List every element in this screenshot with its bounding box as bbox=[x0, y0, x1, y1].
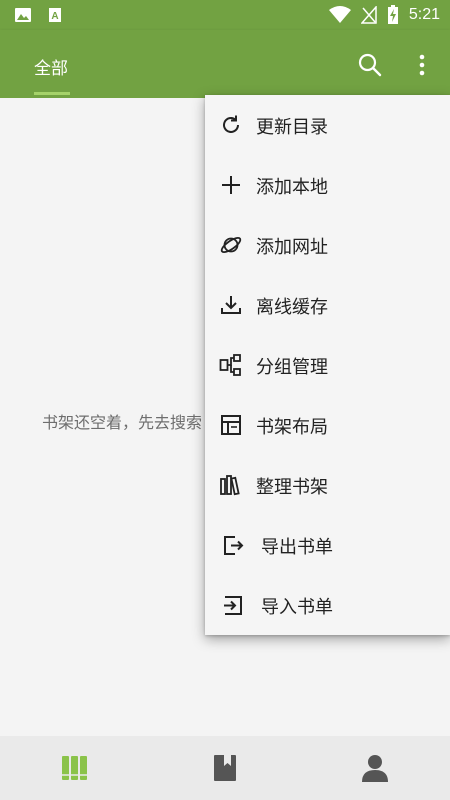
planet-icon bbox=[220, 236, 242, 254]
menu-item-import-list[interactable]: 导入书单 bbox=[205, 575, 450, 635]
menu-item-group-manage[interactable]: 分组管理 bbox=[205, 335, 450, 395]
search-icon[interactable] bbox=[357, 52, 383, 78]
overflow-menu: 更新目录 添加本地 添加网址 离线缓存 分组管理 书架布局 整理书架 导出书单 … bbox=[205, 95, 450, 635]
person-nav-icon[interactable] bbox=[359, 752, 391, 784]
menu-item-organize-shelf[interactable]: 整理书架 bbox=[205, 455, 450, 515]
menu-item-add-local[interactable]: 添加本地 bbox=[205, 155, 450, 215]
more-vert-icon[interactable] bbox=[409, 52, 435, 78]
menu-item-label: 整理书架 bbox=[256, 477, 328, 498]
menu-item-add-url[interactable]: 添加网址 bbox=[205, 215, 450, 275]
font-a-icon: A bbox=[49, 8, 61, 22]
no-sim-icon bbox=[360, 6, 377, 24]
tab-all[interactable]: 全部 bbox=[34, 54, 68, 79]
layout-icon bbox=[221, 415, 241, 435]
refresh-icon bbox=[223, 115, 239, 133]
menu-item-label: 更新目录 bbox=[256, 117, 328, 138]
image-icon bbox=[15, 8, 31, 22]
menu-item-label: 导入书单 bbox=[261, 597, 333, 618]
menu-item-label: 分组管理 bbox=[256, 357, 328, 378]
status-bar: A 5:21 bbox=[0, 0, 450, 30]
import-icon bbox=[224, 596, 242, 615]
status-time: 5:21 bbox=[408, 6, 440, 23]
book-nav-icon[interactable] bbox=[209, 752, 241, 784]
menu-item-offline-cache[interactable]: 离线缓存 bbox=[205, 275, 450, 335]
export-icon bbox=[224, 536, 244, 555]
menu-item-label: 添加网址 bbox=[256, 237, 328, 258]
empty-shelf-message: 书架还空着，先去搜索 bbox=[42, 413, 203, 432]
menu-item-label: 书架布局 bbox=[256, 417, 328, 438]
svg-text:A: A bbox=[51, 11, 58, 22]
bottom-navigation bbox=[0, 736, 450, 800]
battery-charging-icon bbox=[387, 5, 398, 24]
menu-item-label: 导出书单 bbox=[261, 537, 333, 558]
bookshelf-icon bbox=[220, 475, 240, 496]
menu-item-shelf-layout[interactable]: 书架布局 bbox=[205, 395, 450, 455]
download-icon bbox=[221, 296, 241, 314]
app-toolbar: 全部 bbox=[0, 30, 450, 98]
group-icon bbox=[219, 354, 241, 376]
menu-item-label: 离线缓存 bbox=[256, 297, 328, 318]
tab-indicator bbox=[34, 92, 70, 95]
menu-item-export-list[interactable]: 导出书单 bbox=[205, 515, 450, 575]
menu-item-update-catalog[interactable]: 更新目录 bbox=[205, 95, 450, 155]
bookshelf-nav-icon[interactable] bbox=[59, 752, 91, 784]
menu-item-label: 添加本地 bbox=[256, 177, 328, 198]
wifi-icon bbox=[328, 6, 351, 23]
plus-icon bbox=[222, 176, 240, 194]
